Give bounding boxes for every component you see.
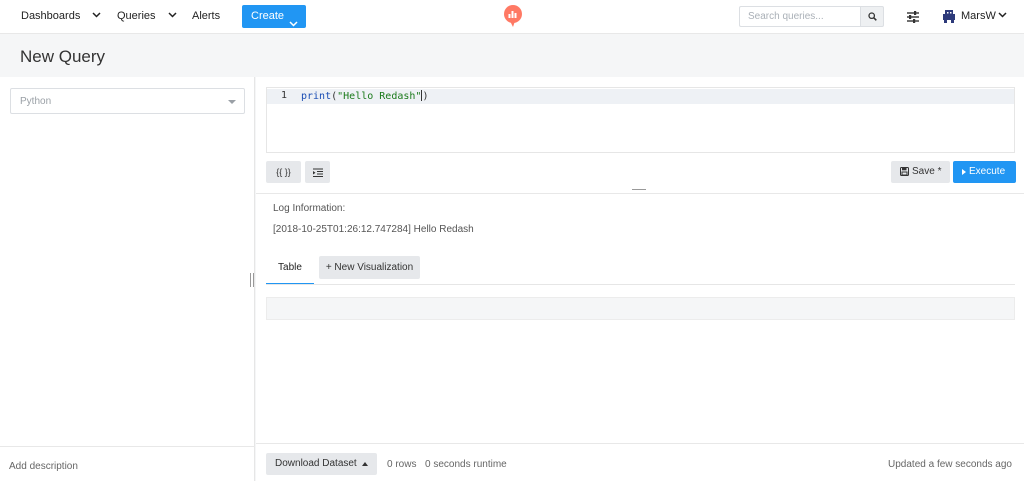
log-information-label: Log Information:	[273, 203, 346, 214]
top-navbar: Dashboards Queries Alerts Create Search …	[0, 0, 1024, 34]
add-parameter-button[interactable]: {{ }}	[266, 161, 301, 183]
sidebar-footer: Add description	[0, 446, 255, 481]
results-table	[266, 297, 1015, 320]
add-description-link[interactable]: Add description	[9, 461, 78, 472]
query-sidebar: Python Add description	[0, 77, 255, 481]
updated-timestamp: Updated a few seconds ago	[888, 459, 1012, 470]
tab-table[interactable]: Table	[266, 258, 314, 285]
sidebar-resize-handle[interactable]	[250, 273, 254, 287]
play-icon	[962, 169, 966, 175]
code-keyword: print	[301, 91, 332, 102]
divider	[256, 193, 1024, 194]
add-parameter-label: {{ }}	[276, 167, 291, 177]
datasource-select-value: Python	[20, 96, 52, 107]
redash-logo-icon[interactable]	[502, 4, 524, 28]
code-close-paren: )	[422, 91, 429, 102]
line-number: 1	[281, 90, 288, 101]
floppy-disk-icon	[900, 167, 909, 176]
create-chevron-down-icon	[289, 13, 298, 36]
page-header: New Query	[0, 34, 1024, 77]
user-menu-name[interactable]: MarsW	[961, 0, 996, 34]
save-button-label: Save *	[912, 166, 942, 177]
log-output-line: [2018-10-25T01:26:12.747284] Hello Redas…	[273, 224, 474, 235]
search-button[interactable]	[860, 6, 884, 27]
execute-button-label: Execute	[969, 166, 1006, 177]
download-dataset-button[interactable]: Download Dataset	[266, 453, 377, 475]
code-string: "Hello Redash"	[337, 91, 422, 102]
tab-table-label: Table	[278, 262, 302, 273]
settings-sliders-icon[interactable]	[905, 9, 921, 25]
page-title[interactable]: New Query	[20, 47, 105, 67]
download-dataset-label: Download Dataset	[275, 458, 357, 469]
queries-chevron-down-icon[interactable]	[168, 12, 177, 20]
nav-queries[interactable]: Queries	[117, 0, 156, 34]
search-icon	[868, 12, 877, 21]
execute-button[interactable]: Execute	[953, 161, 1016, 183]
indent-icon	[312, 168, 323, 177]
nav-alerts[interactable]: Alerts	[192, 0, 220, 34]
query-footer: Download Dataset 0 rows 0 seconds runtim…	[256, 443, 1024, 481]
dashboards-chevron-down-icon[interactable]	[92, 12, 101, 20]
runtime-text: 0 seconds runtime	[425, 459, 507, 470]
tabs-divider	[266, 284, 1015, 285]
new-visualization-label: + New Visualization	[325, 262, 414, 273]
format-query-button[interactable]	[305, 161, 330, 183]
editor-resize-handle[interactable]	[632, 189, 646, 190]
caret-up-icon	[362, 462, 368, 466]
search-input[interactable]	[739, 6, 861, 27]
caret-down-icon	[228, 100, 236, 104]
new-visualization-button[interactable]: + New Visualization	[319, 256, 420, 279]
nav-dashboards[interactable]: Dashboards	[21, 0, 80, 34]
rows-count: 0 rows	[387, 459, 417, 470]
datasource-select[interactable]: Python	[10, 88, 245, 114]
avatar[interactable]	[941, 8, 957, 24]
save-button[interactable]: Save *	[891, 161, 950, 183]
code-line[interactable]: print("Hello Redash")	[301, 90, 428, 102]
user-chevron-down-icon[interactable]	[998, 12, 1007, 20]
query-main: 1 print("Hello Redash") {{ }} Save * Exe…	[256, 77, 1024, 481]
code-editor[interactable]: 1 print("Hello Redash")	[266, 87, 1015, 153]
create-button-label: Create	[251, 10, 285, 22]
create-button[interactable]: Create	[242, 5, 306, 28]
